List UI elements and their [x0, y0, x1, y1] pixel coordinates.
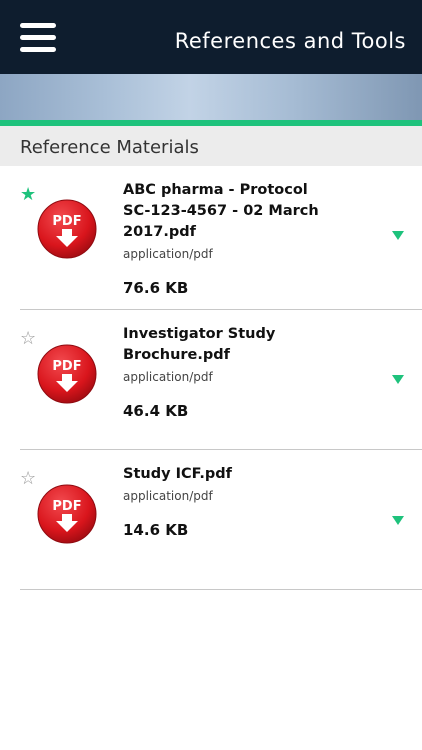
chevron-down-icon[interactable] [392, 231, 404, 240]
file-name-line: Investigator Study Brochure.pdf [123, 326, 276, 363]
file-info: Investigator Study Brochure.pdf applicat… [123, 324, 378, 420]
file-name[interactable]: ABC pharma - Protocol SC-123-4567 - 02 M… [123, 180, 378, 243]
header-banner [0, 74, 422, 120]
file-size: 76.6 KB [123, 279, 189, 297]
pdf-badge-text: PDF [52, 214, 81, 229]
file-name[interactable]: Study ICF.pdf [123, 464, 378, 485]
section-header: Reference Materials [0, 126, 422, 166]
row-divider [20, 589, 422, 590]
menu-bar-line [20, 35, 56, 40]
section-title: Reference Materials [20, 137, 199, 158]
star-outline-icon[interactable]: ☆ [20, 330, 38, 348]
file-type: application/pdf [123, 489, 213, 503]
file-size: 46.4 KB [123, 402, 189, 420]
pdf-download-icon[interactable]: PDF [37, 199, 97, 259]
pdf-download-icon[interactable]: PDF [37, 484, 97, 544]
star-outline-icon[interactable]: ☆ [20, 470, 38, 488]
chevron-down-icon[interactable] [392, 516, 404, 525]
list-item[interactable]: ☆ PDF Study ICF.pdf application/pdf 14.6… [0, 450, 422, 590]
file-info: ABC pharma - Protocol SC-123-4567 - 02 M… [123, 180, 378, 297]
file-name[interactable]: Investigator Study Brochure.pdf [123, 324, 378, 366]
chevron-down-icon[interactable] [392, 375, 404, 384]
star-filled-icon[interactable]: ★ [20, 186, 38, 204]
pdf-badge-text: PDF [52, 359, 81, 374]
file-info: Study ICF.pdf application/pdf 14.6 KB [123, 464, 378, 539]
file-name-line: ABC pharma - Protocol [123, 182, 308, 198]
file-type: application/pdf [123, 247, 213, 261]
hamburger-menu-icon[interactable] [20, 23, 56, 53]
file-type: application/pdf [123, 370, 213, 384]
reference-list: ★ PDF ABC pharma - Protocol SC-123-4567 … [0, 166, 422, 590]
top-app-bar: References and Tools [0, 0, 422, 74]
pdf-download-icon[interactable]: PDF [37, 344, 97, 404]
file-name-line: Study ICF.pdf [123, 466, 232, 482]
file-size: 14.6 KB [123, 521, 189, 539]
list-item[interactable]: ★ PDF ABC pharma - Protocol SC-123-4567 … [0, 166, 422, 310]
pdf-badge-text: PDF [52, 499, 81, 514]
file-name-line: SC-123-4567 - 02 March 2017.pdf [123, 203, 319, 240]
menu-bar-line [20, 23, 56, 28]
list-item[interactable]: ☆ PDF Investigator Study Brochure.pdf ap… [0, 310, 422, 450]
menu-bar-line [20, 47, 56, 52]
page-title: References and Tools [174, 29, 406, 53]
